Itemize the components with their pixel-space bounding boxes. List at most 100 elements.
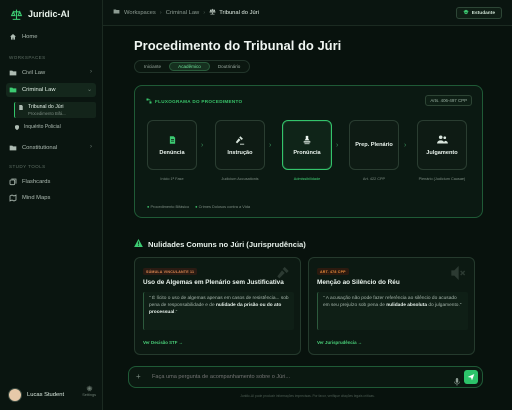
sidebar-item-criminal-law[interactable]: Criminal Law ⌄ (6, 83, 96, 97)
tab-academico[interactable]: Acadêmico (169, 62, 210, 71)
sidebar-item-label: Mind Maps (22, 195, 51, 201)
chat-input[interactable] (152, 374, 442, 380)
gavel-icon (234, 134, 246, 146)
card-link[interactable]: Ver Decisão STF → (143, 340, 183, 345)
user-name: Lucas Student (27, 392, 65, 398)
plus-icon[interactable]: + (136, 372, 141, 381)
graduation-cap-icon (463, 9, 469, 17)
workspaces-label: WORKSPACES (9, 55, 46, 60)
flowchart-title-label: FLUXOGRAMA DO PROCEDIMENTO (155, 99, 243, 104)
sidebar-item-label: Criminal Law (22, 87, 56, 93)
cards-icon (9, 178, 17, 186)
level-tabs: Iniciante Acadêmico Doutrinário (134, 60, 251, 73)
sidebar-item-label: Constitutional (22, 145, 58, 151)
chevron-right-icon: › (90, 144, 92, 150)
folder-icon (9, 69, 17, 77)
user-profile[interactable]: Lucas Student Settings (8, 385, 96, 402)
breadcrumb: Workspaces › Criminal Law › Tribunal do … (113, 8, 259, 17)
sidebar-item-label: Civil Law (22, 70, 46, 76)
sidebar-item-constitutional[interactable]: Constitutional › (6, 141, 96, 155)
nullity-card[interactable]: ART. 478 CPP Menção ao Silêncio do Réu "… (308, 257, 475, 355)
sidebar-item-label: Home (22, 34, 38, 40)
mode-toggle[interactable]: Estudante (455, 7, 502, 19)
flowchart-title: FLUXOGRAMA DO PROCEDIMENTO (146, 98, 242, 105)
flow-node-sub: Início 1ª Fase (160, 177, 184, 181)
legend-item: ● Crimes Dolosos contra a Vida (195, 204, 251, 209)
flow-node-label: Denúncia (159, 149, 185, 156)
flow-node-julgamento[interactable]: Julgamento (417, 120, 467, 170)
arrow-right-icon: › (336, 142, 339, 149)
sidebar-subitem-inquerito-policial[interactable]: Inquérito Policial (14, 124, 96, 133)
settings-button[interactable]: Settings (82, 385, 96, 397)
nullities-title: Nulidades Comuns no Júri (Jurisprudência… (148, 239, 306, 249)
microphone-icon[interactable] (454, 373, 460, 391)
tab-doutrinario[interactable]: Doutrinário (210, 62, 248, 71)
disclaimer: Juridic-AI pode produzir informações imp… (240, 394, 375, 398)
folder-icon (9, 144, 17, 152)
flow-node-denuncia[interactable]: Denúncia (147, 120, 197, 170)
breadcrumb-current: Tribunal do Júri (209, 8, 259, 17)
card-link[interactable]: Ver Jurisprudência → (317, 340, 362, 345)
flow-node-sub: Judicium Accusationis (221, 177, 259, 181)
flow-node-prep-plenario[interactable]: Prep. Plenário (349, 120, 399, 170)
shield-icon (14, 124, 20, 133)
arrow-right-icon: › (404, 142, 407, 149)
study-tools-label: STUDY TOOLS (9, 164, 46, 169)
arrow-right-icon: › (269, 142, 272, 149)
stamp-icon (301, 134, 313, 146)
document-icon (166, 134, 178, 146)
folder-open-icon (9, 86, 17, 94)
scales-icon (9, 7, 23, 21)
flow-icon (146, 98, 152, 105)
sidebar-item-civil-law[interactable]: Civil Law › (6, 66, 96, 80)
flow-node-label: Prep. Plenário (355, 141, 393, 148)
map-icon (9, 194, 17, 202)
mode-label: Estudante (471, 10, 495, 16)
flow-node-label: Instrução (227, 149, 253, 156)
brand[interactable]: Juridic-AI (9, 7, 70, 21)
chevron-down-icon: ⌄ (86, 87, 92, 93)
scales-icon (209, 8, 216, 17)
arrow-right-icon: › (201, 142, 204, 149)
sidebar-subitem-tribunal-do-juri[interactable]: Tribunal do Júri Procedimento Bifá... (14, 102, 96, 118)
main-content: Procedimento do Tribunal do Júri Inician… (103, 26, 512, 410)
flow-node-label: Pronúncia (293, 149, 321, 156)
send-icon (467, 368, 475, 386)
chevron-right-icon: › (90, 69, 92, 75)
flowchart-reference: Arts. 406-497 CPP (425, 95, 472, 106)
flow-node-sub: Admissibilidade (293, 177, 321, 181)
gear-icon (85, 385, 93, 393)
flow-node-label: Julgamento (426, 149, 458, 156)
flow-node-sub: Art. 422 CPP (362, 177, 386, 181)
nullity-card[interactable]: SÚMULA VINCULANTE 11 Uso de Algemas em P… (134, 257, 301, 355)
nullities-section-title: Nulidades Comuns no Júri (Jurisprudência… (134, 239, 306, 249)
breadcrumb-criminal-law[interactable]: Criminal Law (166, 10, 200, 16)
settings-label: Settings (82, 393, 96, 397)
breadcrumb-current-label: Tribunal do Júri (219, 9, 259, 16)
card-quote: " A acusação não pode fazer referência a… (317, 292, 468, 330)
sidebar-item-label: Flashcards (22, 179, 51, 185)
sidebar-item-flashcards[interactable]: Flashcards (6, 175, 96, 189)
warning-icon (134, 239, 143, 249)
page-title: Procedimento do Tribunal do Júri (134, 38, 342, 53)
breadcrumb-workspaces[interactable]: Workspaces (124, 10, 156, 16)
sidebar-item-mind-maps[interactable]: Mind Maps (6, 191, 96, 205)
app-name: Juridic-AI (28, 9, 70, 19)
card-quote: " É lícito o uso de algemas apenas em ca… (143, 292, 294, 330)
top-bar: Workspaces › Criminal Law › Tribunal do … (103, 0, 512, 26)
people-icon (436, 134, 448, 146)
sidebar-item-home[interactable]: Home (6, 30, 96, 44)
send-button[interactable] (464, 370, 478, 384)
document-icon (18, 104, 24, 113)
folder-icon (113, 8, 120, 17)
avatar (8, 388, 22, 402)
card-title: Menção ao Silêncio do Réu (317, 279, 400, 286)
flow-node-pronuncia[interactable]: Pronúncia (282, 120, 332, 170)
subitem-title: Inquérito Policial (24, 124, 61, 130)
legend-item: ● Procedimento Bifásico (147, 204, 190, 209)
card-badge: SÚMULA VINCULANTE 11 (143, 268, 198, 275)
flowchart-card: FLUXOGRAMA DO PROCEDIMENTO Arts. 406-497… (134, 85, 483, 218)
home-icon (9, 33, 17, 41)
flow-node-instrucao[interactable]: Instrução (215, 120, 265, 170)
tab-iniciante[interactable]: Iniciante (136, 62, 169, 71)
